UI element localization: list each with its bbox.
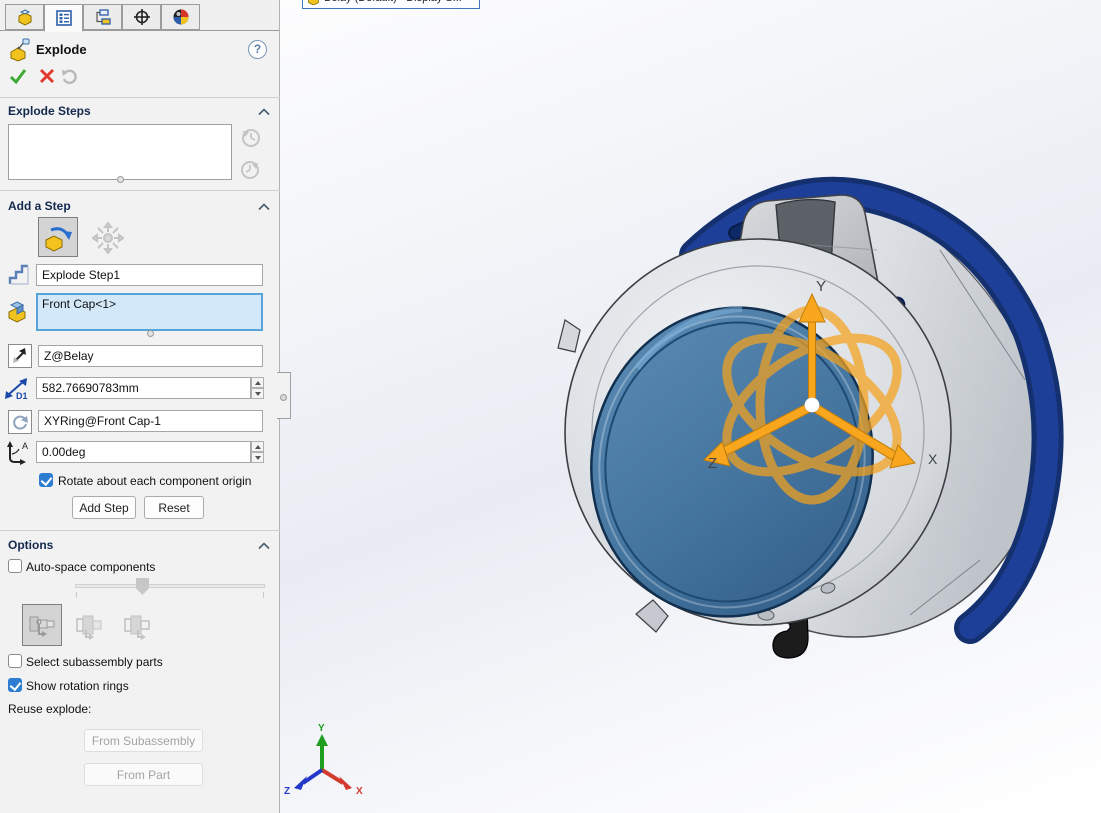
list-resize-grip[interactable] — [147, 330, 154, 337]
auto-space-slider-thumb[interactable] — [136, 578, 149, 595]
dimxpert-crosshair-icon — [133, 8, 151, 26]
splitter-dot — [280, 394, 287, 401]
manipulator-y-arrow[interactable] — [809, 318, 816, 406]
step-name-icon — [8, 262, 30, 286]
manipulator-x-label: X — [928, 451, 938, 467]
document-tab-label: Belay (Default) <Display S... — [324, 0, 462, 4]
manager-tab-strip — [0, 0, 279, 31]
collapse-chevron-icon[interactable] — [258, 108, 270, 116]
auto-space-slider-track — [75, 584, 265, 588]
rotate-about-origin-checkbox[interactable] — [39, 473, 53, 487]
section-options: Options — [8, 538, 53, 552]
radial-step-icon — [92, 222, 124, 254]
ok-button[interactable] — [8, 66, 28, 86]
show-rotation-rings-label: Show rotation rings — [26, 679, 129, 693]
add-step-button[interactable]: Add Step — [72, 496, 136, 519]
manipulator-z-label: Z — [708, 455, 717, 472]
triad-x-label: X — [356, 786, 363, 797]
explode-align-center-button — [72, 608, 108, 644]
section-add-a-step: Add a Step — [8, 199, 71, 213]
help-icon[interactable]: ? — [248, 40, 267, 59]
align-bound-icon — [26, 609, 58, 641]
from-subassembly-button: From Subassembly — [84, 729, 203, 752]
collapse-chevron-icon[interactable] — [258, 203, 270, 211]
show-rotation-rings-checkbox[interactable] — [8, 678, 22, 692]
slider-tick — [76, 592, 77, 598]
rotation-axis-field[interactable] — [38, 410, 263, 432]
rotation-angle-field[interactable] — [36, 441, 251, 463]
explode-feature-icon — [8, 38, 32, 62]
assembly-doc-icon — [307, 0, 320, 5]
reset-button[interactable]: Reset — [144, 496, 204, 519]
align-center-icon — [74, 610, 106, 642]
explode-distance-icon: D1 — [4, 377, 32, 401]
collapse-chevron-icon[interactable] — [258, 542, 270, 550]
step-name-field[interactable] — [36, 264, 263, 286]
triad-z-label: Z — [284, 786, 290, 797]
cancel-button[interactable] — [38, 67, 56, 85]
explode-align-bound-button[interactable] — [22, 604, 62, 646]
graphics-viewport[interactable]: Belay (Default) <Display S... — [280, 0, 1101, 813]
manipulator-y-label: Y — [816, 278, 826, 295]
model-canvas[interactable]: Y Z X Y X Z — [280, 0, 1101, 813]
panel-splitter-handle[interactable] — [277, 372, 291, 419]
components-to-explode-box[interactable]: Front Cap<1> — [36, 293, 263, 331]
explode-distance-field[interactable] — [36, 377, 251, 399]
component-part-icon — [6, 299, 30, 323]
undo-icon — [60, 66, 80, 86]
select-subassembly-checkbox[interactable] — [8, 654, 22, 668]
distance-spinner[interactable] — [251, 377, 264, 399]
tab-featuremanager[interactable] — [5, 4, 44, 30]
document-tab[interactable]: Belay (Default) <Display S... — [302, 0, 480, 9]
d1-glyph: D1 — [16, 391, 28, 401]
angle-superscript-glyph: A — [22, 441, 28, 451]
tab-propertymanager[interactable] — [44, 4, 83, 32]
manipulator-origin-dot[interactable] — [805, 398, 820, 413]
select-subassembly-label: Select subassembly parts — [26, 655, 163, 669]
angle-spinner[interactable] — [251, 441, 264, 463]
corner-triad: Y X Z — [284, 723, 363, 797]
align-rear-icon — [122, 610, 154, 642]
tab-configurationmanager[interactable] — [83, 4, 122, 30]
featuremanager-icon — [16, 8, 34, 26]
property-manager-panel: Explode ? Explode Steps Add a Step — [0, 0, 280, 813]
regular-step-button[interactable] — [38, 217, 78, 257]
list-resize-grip[interactable] — [117, 176, 124, 183]
selected-component: Front Cap<1> — [42, 297, 116, 311]
tab-displaymanager[interactable] — [161, 4, 200, 30]
divider — [0, 530, 280, 531]
rotation-axis-iconbox — [8, 410, 32, 434]
regular-step-icon — [43, 222, 73, 252]
auto-space-label: Auto-space components — [26, 560, 155, 574]
rotation-angle-icon: A — [4, 440, 32, 466]
displaymanager-sphere-icon — [172, 8, 190, 26]
propertymanager-icon — [55, 9, 73, 27]
explode-direction-icon — [11, 347, 29, 365]
explode-align-rear-button — [120, 608, 156, 644]
panel-title: Explode — [36, 42, 87, 57]
explode-direction-field[interactable] — [38, 345, 263, 367]
explode-direction-iconbox — [8, 344, 32, 368]
reuse-explode-label: Reuse explode: — [8, 702, 91, 716]
radial-step-button — [90, 220, 126, 256]
redo-explode-step-icon — [240, 159, 261, 180]
configurationmanager-icon — [94, 8, 112, 26]
rotation-axis-icon — [11, 413, 29, 431]
from-part-button: From Part — [84, 763, 203, 786]
explode-steps-list[interactable] — [8, 124, 232, 180]
divider — [0, 97, 280, 98]
slider-tick — [263, 592, 264, 598]
undo-explode-step-icon — [240, 127, 261, 148]
section-explode-steps: Explode Steps — [8, 104, 91, 118]
triad-y-label: Y — [318, 723, 325, 734]
tab-dimxpertmanager[interactable] — [122, 4, 161, 30]
divider — [0, 190, 280, 191]
auto-space-checkbox[interactable] — [8, 559, 22, 573]
rotate-about-origin-label: Rotate about each component origin — [58, 474, 251, 488]
